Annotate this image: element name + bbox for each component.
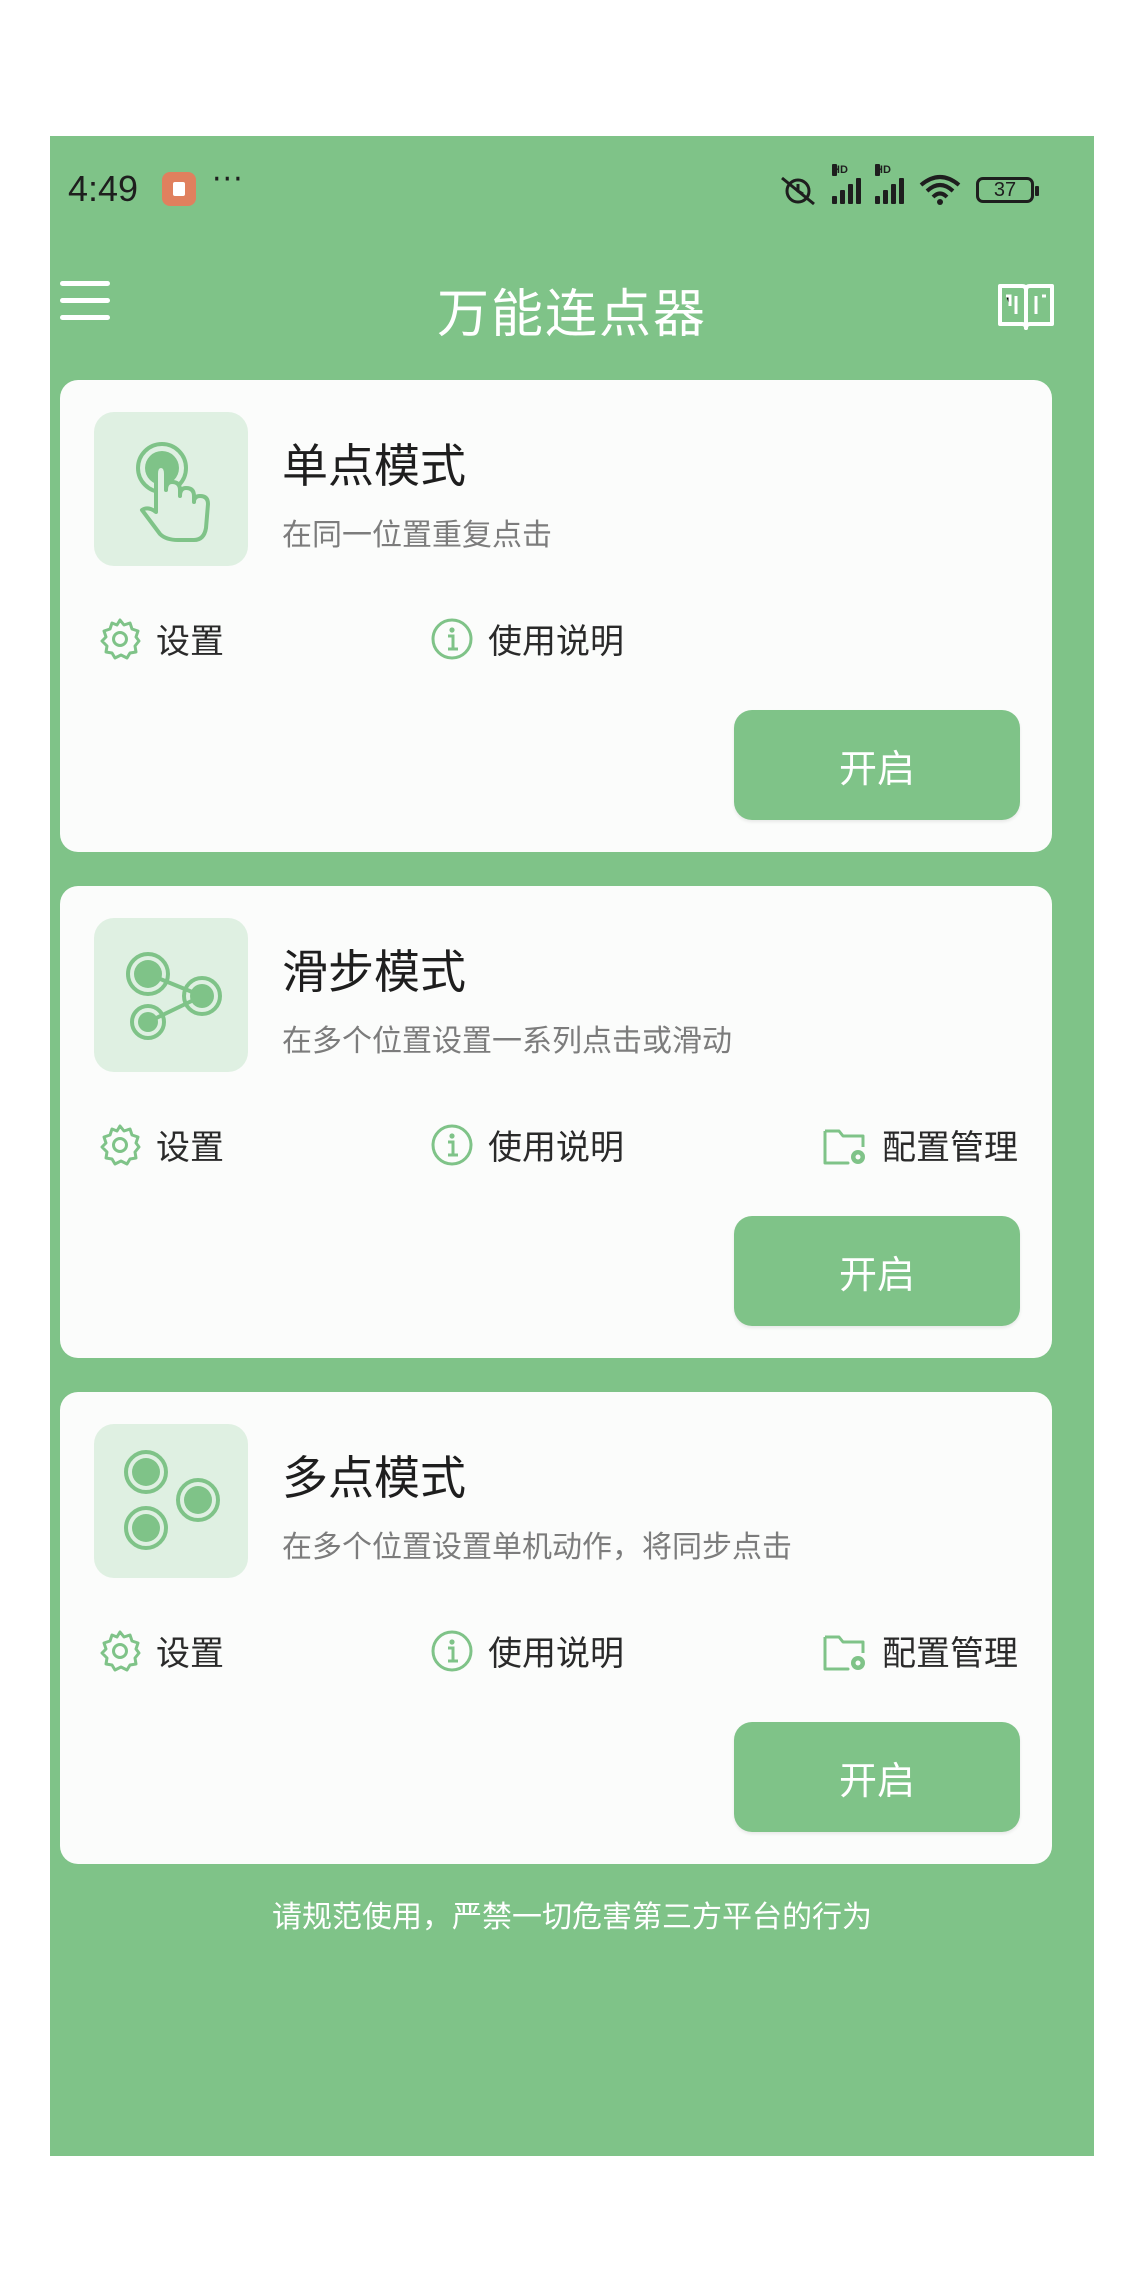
connected-dots-icon xyxy=(94,918,248,1072)
config-manage-label: 配置管理 xyxy=(882,1128,1018,1168)
info-icon xyxy=(431,618,473,659)
alarm-muted-icon xyxy=(781,176,815,206)
start-button[interactable]: 开启 xyxy=(734,1722,1020,1832)
tap-hand-icon xyxy=(94,412,248,566)
settings-button[interactable]: 设置 xyxy=(98,1120,224,1169)
card-title: 单点模式 xyxy=(282,439,466,493)
config-manage-label: 配置管理 xyxy=(882,1634,1018,1674)
settings-button[interactable]: 设置 xyxy=(98,614,224,663)
multi-dots-icon xyxy=(94,1424,248,1578)
usage-notice: 请规范使用，严禁一切危害第三方平台的行为 xyxy=(272,1900,872,1935)
status-bar: 4:49 ··· HD HD 37 xyxy=(50,136,1094,246)
page-title: 万能连点器 xyxy=(436,285,707,345)
settings-label: 设置 xyxy=(156,1128,224,1168)
settings-label: 设置 xyxy=(156,622,224,662)
gear-icon xyxy=(100,1124,141,1165)
start-button[interactable]: 开启 xyxy=(734,710,1020,820)
config-manage-button[interactable]: 配置管理 xyxy=(822,1120,1018,1169)
app-bar: 万能连点器 xyxy=(50,246,1094,356)
info-icon xyxy=(431,1630,473,1671)
card-description: 在多个位置设置一系列点击或滑动 xyxy=(282,1024,732,1059)
card-description: 在同一位置重复点击 xyxy=(282,518,552,553)
status-indicators: HD HD 37 xyxy=(778,164,1039,208)
status-time: 4:49 xyxy=(68,168,139,209)
settings-button[interactable]: 设置 xyxy=(98,1626,224,1675)
info-icon xyxy=(431,1124,473,1165)
wifi-icon xyxy=(919,175,961,205)
help-button[interactable]: 使用说明 xyxy=(430,614,624,663)
signal-1-icon: HD xyxy=(832,164,861,204)
card-multi-point: 多点模式 在多个位置设置单机动作，将同步点击 设置 使用说明 配置管理 开启 xyxy=(60,1392,1052,1864)
card-title: 多点模式 xyxy=(282,1451,466,1505)
help-button[interactable]: 使用说明 xyxy=(430,1120,624,1169)
signal-2-icon: HD xyxy=(875,164,904,204)
help-label: 使用说明 xyxy=(488,1634,624,1674)
card-description: 在多个位置设置单机动作，将同步点击 xyxy=(282,1530,792,1565)
gear-icon xyxy=(100,1630,141,1671)
settings-label: 设置 xyxy=(156,1634,224,1674)
card-slide-mode: 滑步模式 在多个位置设置一系列点击或滑动 设置 使用说明 配置管理 开启 xyxy=(60,886,1052,1358)
config-manage-button[interactable]: 配置管理 xyxy=(822,1626,1018,1675)
battery-icon: 37 xyxy=(976,177,1039,203)
card-title: 滑步模式 xyxy=(282,945,466,999)
help-label: 使用说明 xyxy=(488,622,624,662)
notification-app-icon xyxy=(162,172,196,206)
app-screen: 4:49 ··· HD HD 37 万能连点器 单点模式 在同一位置重复点击 设… xyxy=(50,136,1094,2156)
folder-settings-icon xyxy=(823,1129,865,1164)
start-button[interactable]: 开启 xyxy=(734,1216,1020,1326)
card-single-point: 单点模式 在同一位置重复点击 设置 使用说明 开启 xyxy=(60,380,1052,852)
book-icon[interactable] xyxy=(996,280,1056,332)
help-label: 使用说明 xyxy=(488,1128,624,1168)
more-notifications-icon: ··· xyxy=(212,162,244,197)
help-button[interactable]: 使用说明 xyxy=(430,1626,624,1675)
gear-icon xyxy=(100,618,141,659)
folder-settings-icon xyxy=(823,1635,865,1670)
